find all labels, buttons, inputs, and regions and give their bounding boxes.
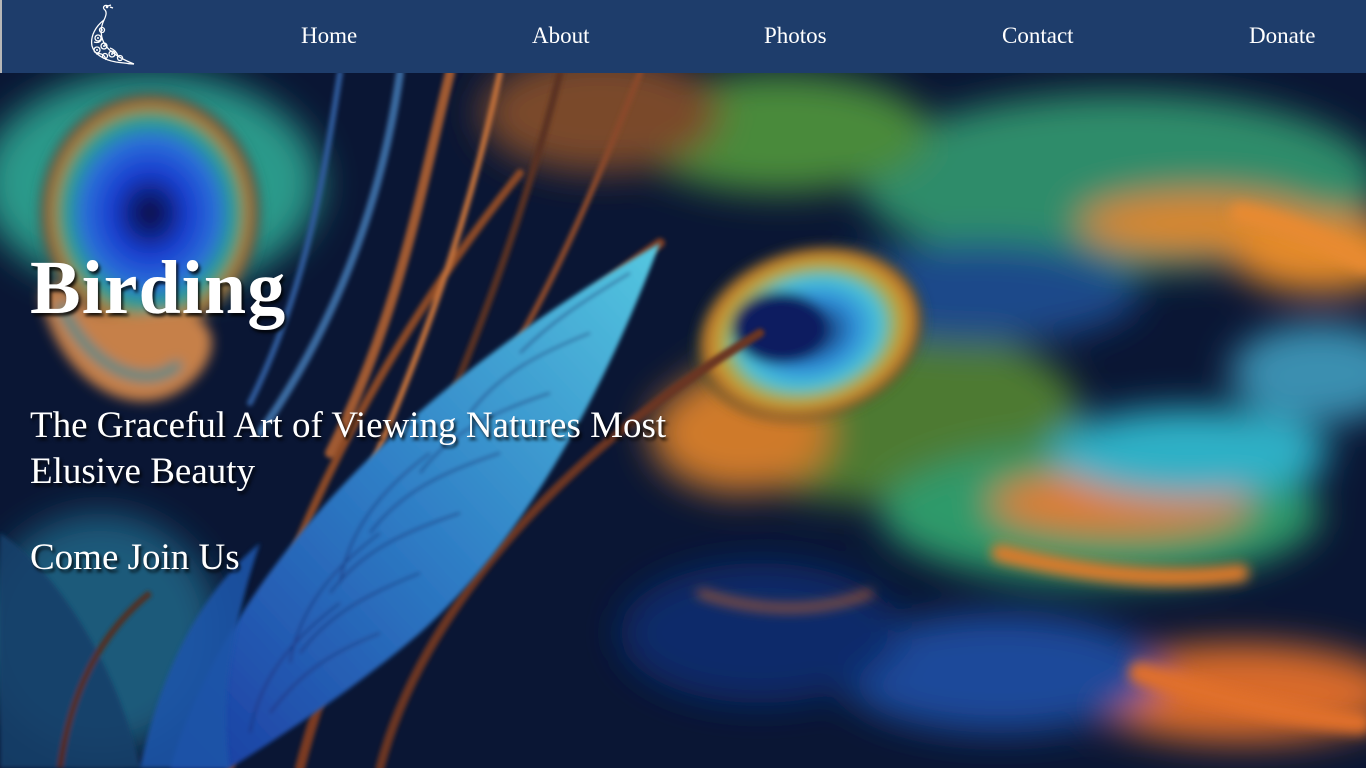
nav-donate-link[interactable]: Donate [1249,22,1315,50]
peacock-icon[interactable] [82,2,138,66]
top-nav: Home About Photos Contact Donate [0,0,1366,73]
nav-home-link[interactable]: Home [301,22,357,50]
nav-contact-link[interactable]: Contact [1002,22,1074,50]
nav-photos-link[interactable]: Photos [764,22,827,50]
hero-cta: Come Join Us [30,537,240,578]
hero-subtitle: The Graceful Art of Viewing Natures Most… [30,405,667,492]
hero-section: Birding The Graceful Art of Viewing Natu… [0,73,1366,768]
hero-title: Birding [30,246,287,330]
nav-about-link[interactable]: About [532,22,590,50]
